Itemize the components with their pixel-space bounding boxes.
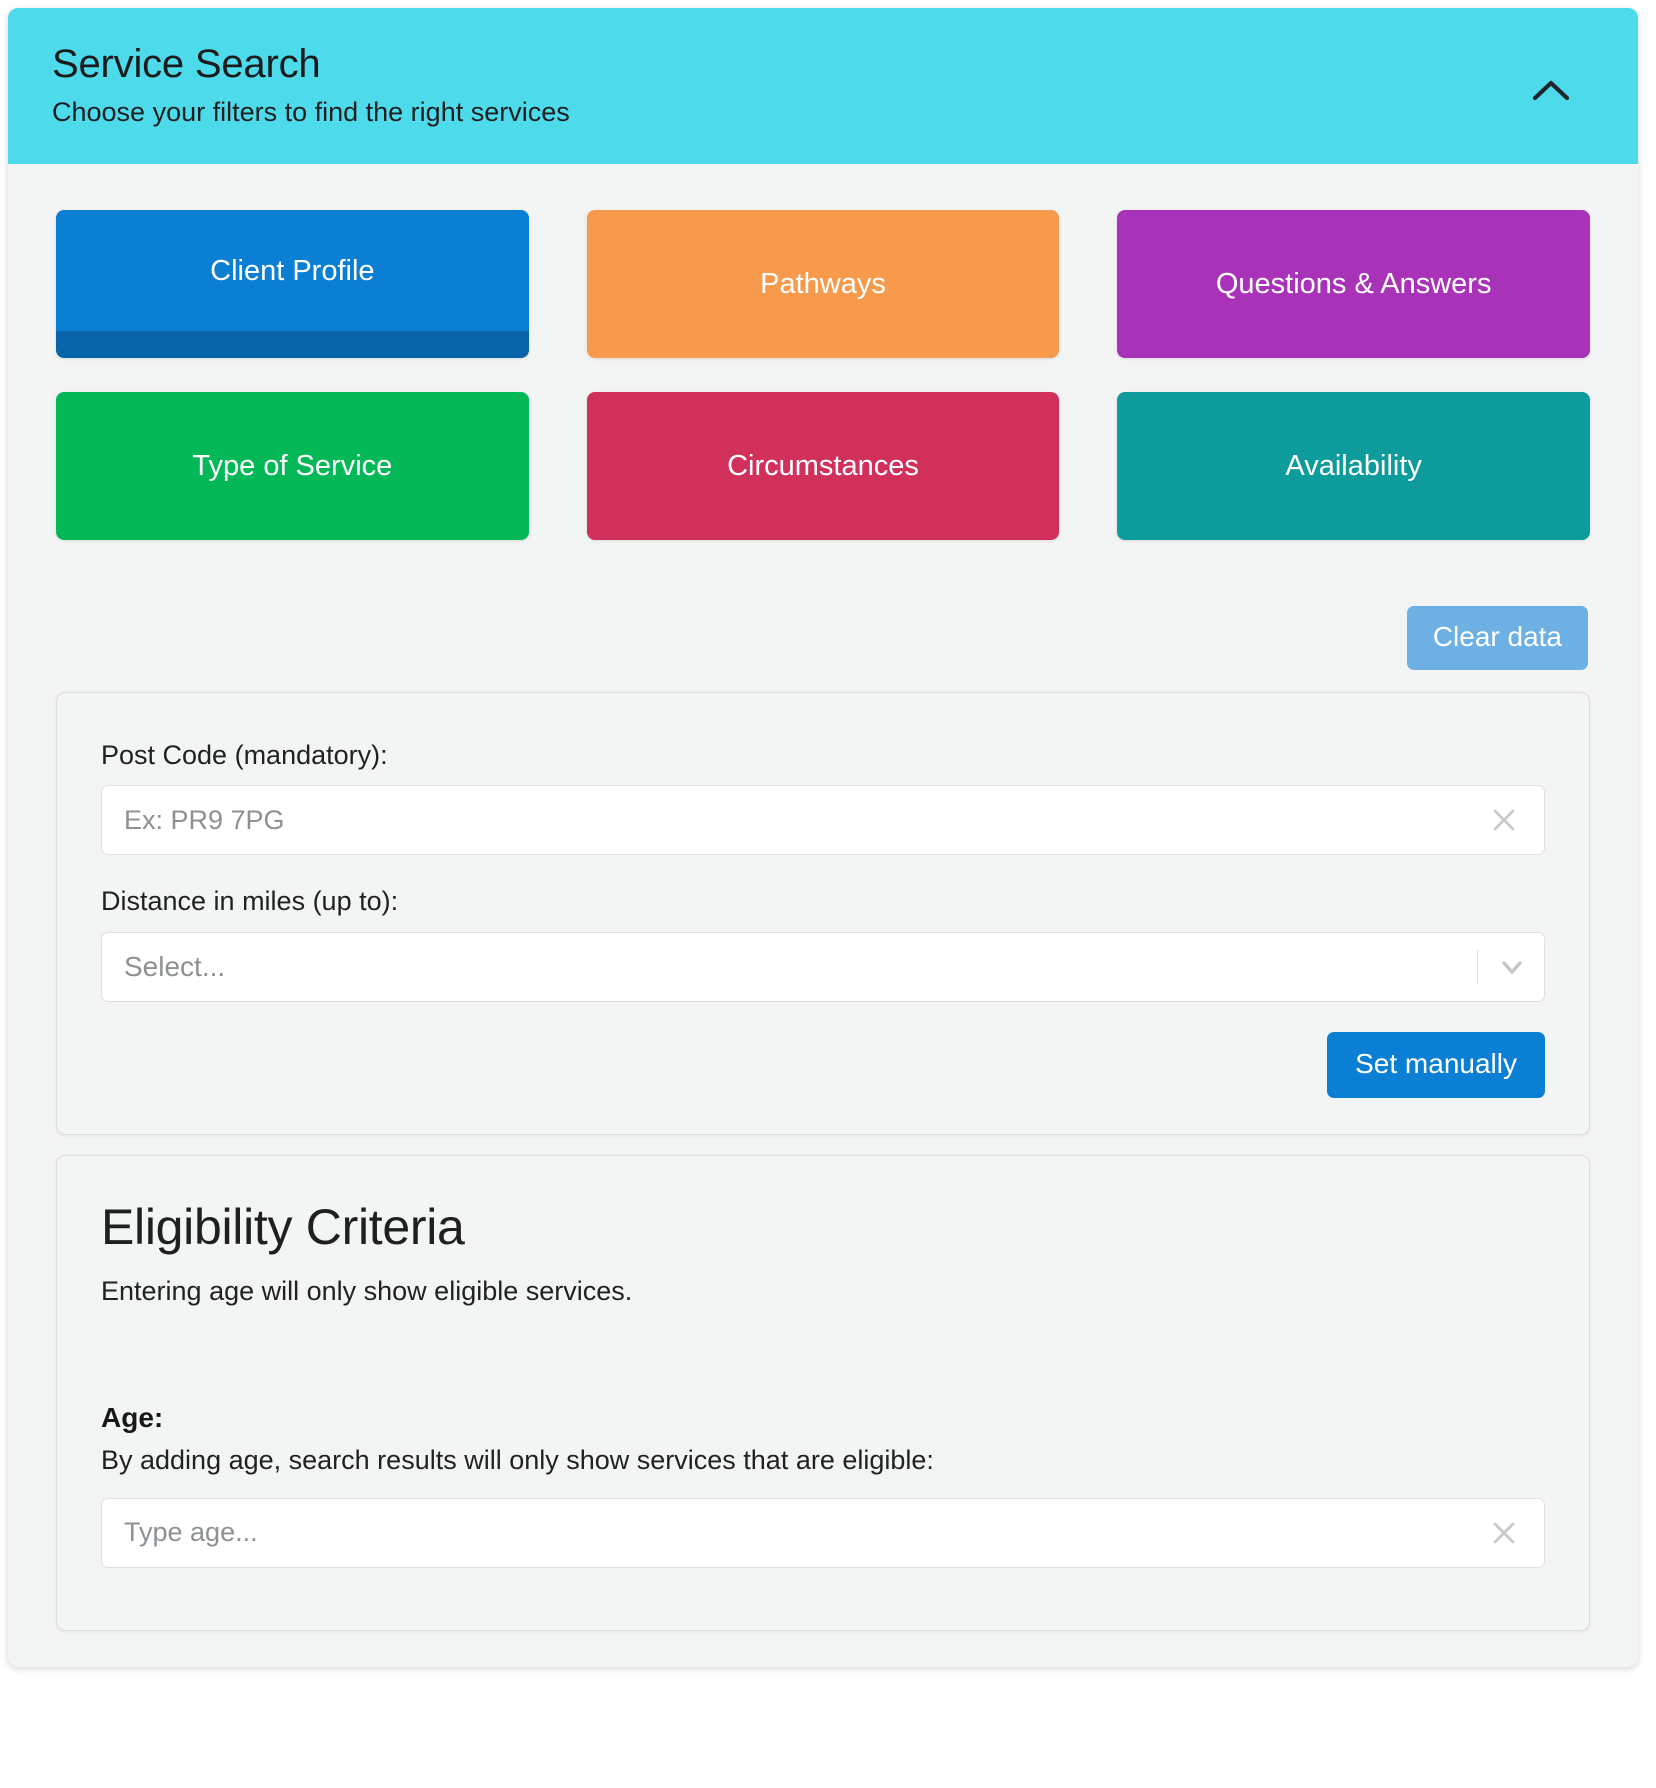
service-search-panel: Service Search Choose your filters to fi… <box>8 8 1638 1667</box>
filter-progress-bar <box>56 331 529 358</box>
clear-data-row: Clear data <box>56 606 1590 670</box>
filter-button-label: Availability <box>1285 449 1422 482</box>
page-subtitle: Choose your filters to find the right se… <box>52 96 570 127</box>
collapse-panel-button[interactable] <box>1516 62 1586 118</box>
page-root: Service Search Choose your filters to fi… <box>0 0 1656 1788</box>
distance-select-value: Select... <box>124 950 226 982</box>
panel-header: Service Search Choose your filters to fi… <box>8 8 1638 164</box>
age-help-text: By adding age, search results will only … <box>101 1445 934 1476</box>
age-field-block <box>101 1497 1545 1568</box>
filter-button-label: Pathways <box>760 267 886 300</box>
filter-button-grid: Client Profile Pathways Questions & Answ… <box>56 210 1590 540</box>
filter-button-client-profile[interactable]: Client Profile <box>56 210 529 358</box>
filter-button-questions-answers[interactable]: Questions & Answers <box>1117 210 1590 358</box>
close-icon[interactable] <box>1482 798 1526 842</box>
filter-button-availability[interactable]: Availability <box>1117 392 1590 540</box>
set-manually-button[interactable]: Set manually <box>1327 1031 1545 1098</box>
close-icon[interactable] <box>1482 1511 1526 1555</box>
filter-button-circumstances[interactable]: Circumstances <box>586 392 1060 540</box>
age-label: Age: <box>101 1401 164 1433</box>
distance-label: Distance in miles (up to): <box>101 886 399 917</box>
age-input-shell[interactable] <box>101 1497 1545 1568</box>
filter-button-label: Questions & Answers <box>1215 267 1492 300</box>
age-input[interactable] <box>124 1498 1482 1567</box>
filter-button-pathways[interactable]: Pathways <box>586 210 1060 358</box>
eligibility-criteria-card: Eligibility Criteria Entering age will o… <box>56 1154 1590 1631</box>
postcode-input[interactable] <box>124 786 1482 855</box>
chevron-down-icon[interactable] <box>1486 941 1538 993</box>
eligibility-title: Eligibility Criteria <box>101 1198 465 1255</box>
postcode-field-block: Post Code (mandatory): <box>101 739 1545 856</box>
distance-field-block: Distance in miles (up to): Select... <box>101 885 1545 1002</box>
header-text-group: Service Search Choose your filters to fi… <box>52 38 570 128</box>
eligibility-subtitle: Entering age will only show eligible ser… <box>101 1275 633 1306</box>
panel-body: Client Profile Pathways Questions & Answ… <box>8 164 1638 1667</box>
page-title: Service Search <box>52 42 321 86</box>
postcode-input-shell[interactable] <box>101 785 1545 856</box>
filter-button-label: Circumstances <box>727 449 919 482</box>
filter-button-label: Type of Service <box>192 449 393 482</box>
filter-button-label: Client Profile <box>210 254 375 287</box>
filter-button-type-of-service[interactable]: Type of Service <box>56 392 529 540</box>
clear-data-button[interactable]: Clear data <box>1406 606 1588 670</box>
distance-select[interactable]: Select... <box>101 931 1545 1002</box>
select-separator <box>1477 949 1478 984</box>
chevron-up-icon <box>1532 78 1570 102</box>
set-manually-row: Set manually <box>101 1031 1545 1098</box>
postcode-label: Post Code (mandatory): <box>101 740 388 770</box>
location-filter-card: Post Code (mandatory): Distance in miles… <box>56 692 1590 1135</box>
